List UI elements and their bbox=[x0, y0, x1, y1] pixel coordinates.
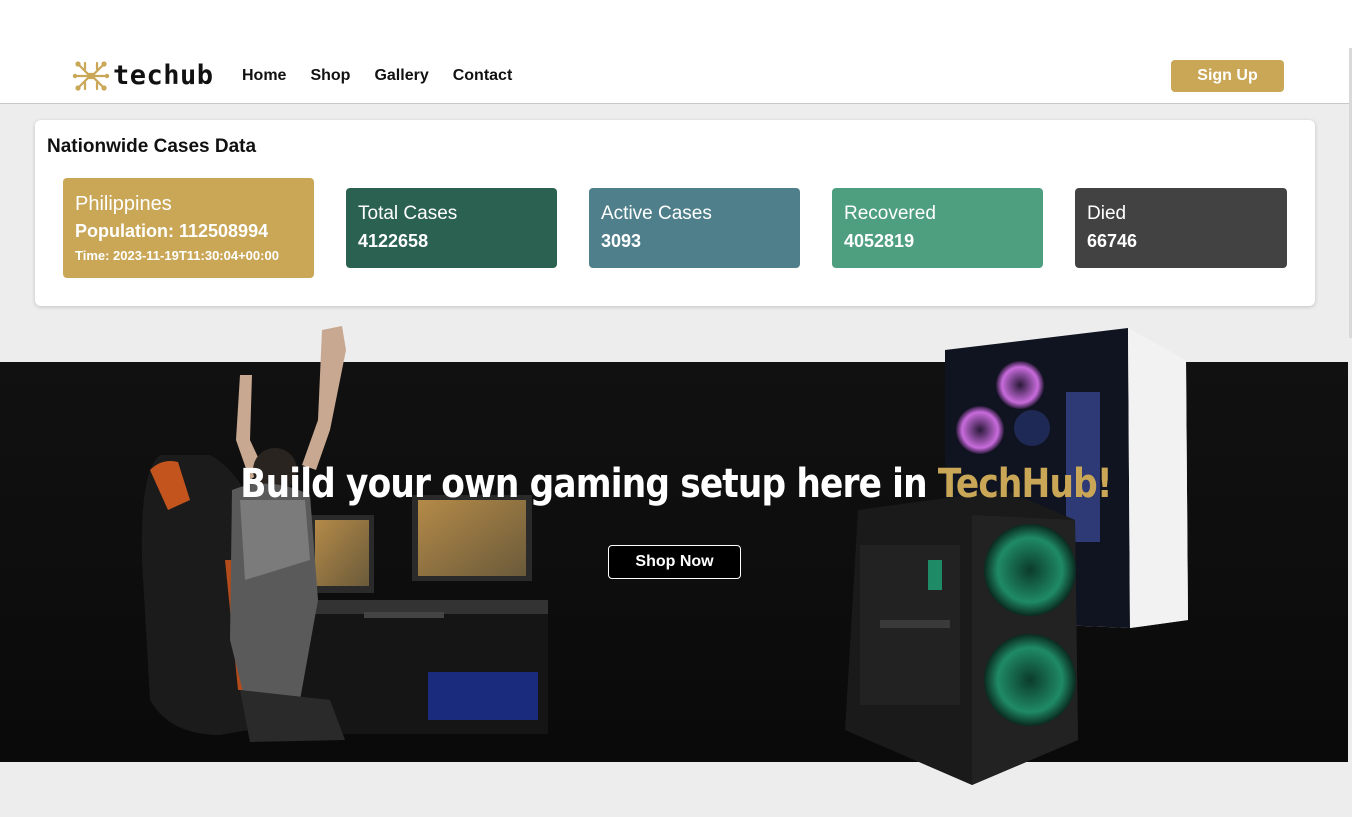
nav-contact[interactable]: Contact bbox=[453, 65, 513, 87]
circuit-logo-icon bbox=[72, 61, 110, 91]
stat-label: Active Cases bbox=[601, 203, 712, 224]
country-population: Population: 112508994 bbox=[75, 221, 269, 241]
sign-up-button[interactable]: Sign Up bbox=[1171, 60, 1284, 92]
died-card: Died 66746 bbox=[1075, 188, 1287, 268]
total-cases-card: Total Cases 4122658 bbox=[346, 188, 557, 268]
country-name: Philippines bbox=[75, 193, 172, 215]
nav-shop[interactable]: Shop bbox=[310, 65, 350, 87]
site-header: techub Home Shop Gallery Contact Sign Up bbox=[0, 0, 1352, 104]
stat-value: 4122658 bbox=[358, 231, 429, 251]
country-timestamp: Time: 2023-11-19T11:30:04+00:00 bbox=[75, 248, 279, 263]
hero-headline-text: Build your own gaming setup here in bbox=[240, 461, 938, 507]
pc-cases bbox=[845, 328, 1188, 785]
gamer-scene bbox=[141, 326, 548, 742]
hero-headline: Build your own gaming setup here in Tech… bbox=[95, 454, 1258, 514]
stat-value: 3093 bbox=[601, 231, 642, 251]
panel-title: Nationwide Cases Data bbox=[47, 136, 257, 157]
stat-label: Total Cases bbox=[358, 203, 458, 224]
main-nav: Home Shop Gallery Contact bbox=[242, 65, 512, 87]
logo[interactable]: techub bbox=[72, 58, 214, 94]
cases-data-panel: Nationwide Cases Data Philippines Popula… bbox=[35, 120, 1315, 306]
recovered-card: Recovered 4052819 bbox=[832, 188, 1043, 268]
logo-text: techub bbox=[113, 60, 214, 91]
stat-value: 66746 bbox=[1087, 231, 1138, 251]
nav-home[interactable]: Home bbox=[242, 65, 286, 87]
hero-brand: TechHub! bbox=[937, 461, 1113, 507]
active-cases-card: Active Cases 3093 bbox=[589, 188, 800, 268]
stat-value: 4052819 bbox=[844, 231, 915, 251]
nav-gallery[interactable]: Gallery bbox=[374, 65, 428, 87]
stat-label: Died bbox=[1087, 203, 1127, 224]
stat-label: Recovered bbox=[844, 203, 936, 224]
country-card: Philippines Population: 112508994 Time: … bbox=[63, 178, 314, 278]
shop-now-button[interactable]: Shop Now bbox=[608, 545, 741, 579]
